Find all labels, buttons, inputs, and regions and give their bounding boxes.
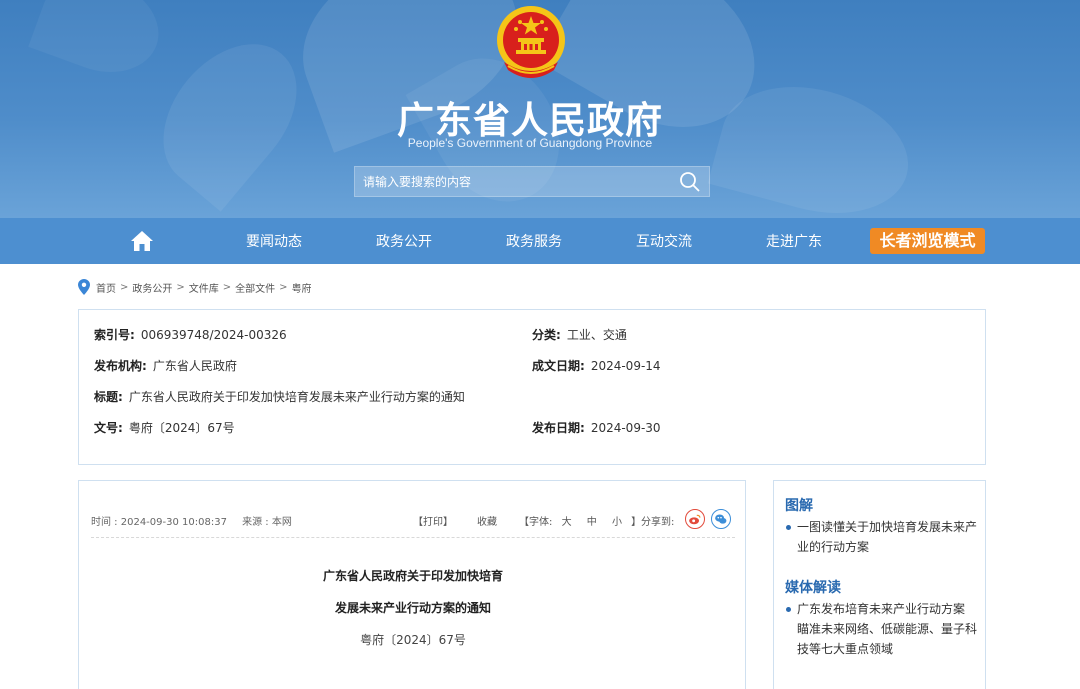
info-doc-number: 文号: 粤府〔2024〕67号 <box>94 419 235 436</box>
info-docno-label: 文号: <box>94 421 123 435</box>
location-pin-icon <box>78 279 90 295</box>
info-title-label: 标题: <box>94 390 123 404</box>
info-index: 索引号: 006939748/2024-00326 <box>94 326 287 343</box>
nav-item-news[interactable]: 要闻动态 <box>246 231 302 251</box>
sidebar-heading-media[interactable]: 媒体解读 <box>785 577 841 597</box>
document-number: 粤府〔2024〕67号 <box>360 633 466 647</box>
favorite-button[interactable]: 收藏 <box>477 513 497 528</box>
decor-petal <box>28 0 172 88</box>
article-meta: 时间 : 2024-09-30 10:08:37 来源 : 本网 <box>91 513 304 528</box>
info-category-value: 工业、交通 <box>566 328 627 342</box>
article-source: 来源 : 本网 <box>242 517 292 528</box>
wechat-icon[interactable] <box>711 509 731 529</box>
site-header: 广东省人民政府 People's Government of Guangdong… <box>0 0 1080 218</box>
breadcrumb-separator: > <box>279 281 288 293</box>
search-icon[interactable] <box>677 170 703 194</box>
nav-item-gov-services[interactable]: 政务服务 <box>506 231 562 251</box>
font-medium-button[interactable]: 中 <box>587 517 597 528</box>
nav-item-gov-affairs[interactable]: 政务公开 <box>376 231 432 251</box>
info-created-date: 成文日期: 2024-09-14 <box>532 357 661 374</box>
sidebar-item-media[interactable]: 广东发布培育未来产业行动方案 瞄准未来网络、低碳能源、量子科技等七大重点领域 <box>785 599 980 659</box>
info-created-label: 成文日期: <box>532 359 585 373</box>
breadcrumb-home[interactable]: 首页 <box>96 280 116 295</box>
breadcrumb-separator: > <box>222 281 232 293</box>
breadcrumb-all-files[interactable]: 全部文件 <box>235 280 275 295</box>
article-panel: 时间 : 2024-09-30 10:08:37 来源 : 本网 【打印】 收藏… <box>78 480 746 689</box>
sidebar: 图解 一图读懂关于加快培育发展未来产业的行动方案 媒体解读 广东发布培育未来产业… <box>773 480 986 689</box>
decor-petal <box>136 18 324 212</box>
elder-mode-button[interactable]: 长者浏览模式 <box>870 228 985 254</box>
main-nav: 要闻动态 政务公开 政务服务 互动交流 走进广东 长者浏览模式 <box>0 218 1080 264</box>
share-label: 分享到: <box>641 517 675 528</box>
font-size-control: 【字体: 大 中 小 】 <box>519 513 641 528</box>
search-box <box>354 166 710 197</box>
breadcrumb-separator: > <box>120 281 129 293</box>
breadcrumb-gov-affairs[interactable]: 政务公开 <box>132 280 172 295</box>
font-small-button[interactable]: 小 <box>612 517 622 528</box>
site-subtitle: People's Government of Guangdong Provinc… <box>407 136 653 150</box>
info-publisher: 发布机构: 广东省人民政府 <box>94 357 237 374</box>
info-publisher-label: 发布机构: <box>94 359 147 373</box>
info-index-value: 006939748/2024-00326 <box>140 328 287 342</box>
breadcrumb-separator: > <box>176 281 185 293</box>
info-created-value: 2024-09-14 <box>590 359 661 373</box>
info-publisher-value: 广东省人民政府 <box>152 359 237 373</box>
print-button[interactable]: 【打印】 <box>413 513 453 528</box>
info-category-label: 分类: <box>532 328 561 342</box>
nav-item-about-guangdong[interactable]: 走进广东 <box>766 231 822 251</box>
info-title-value: 广东省人民政府关于印发加快培育发展未来产业行动方案的通知 <box>128 390 465 404</box>
divider <box>91 537 735 538</box>
document-title-line1: 广东省人民政府关于印发加快培育 <box>322 569 503 583</box>
info-publish-date: 发布日期: 2024-09-30 <box>532 419 661 436</box>
breadcrumb-file-library[interactable]: 文件库 <box>189 280 219 295</box>
font-large-button[interactable]: 大 <box>562 517 572 528</box>
info-docno-value: 粤府〔2024〕67号 <box>128 421 235 435</box>
font-size-close: 】 <box>631 517 642 528</box>
breadcrumb-yuefu[interactable]: 粤府 <box>292 280 312 295</box>
sidebar-item-graphic[interactable]: 一图读懂关于加快培育发展未来产业的行动方案 <box>785 517 980 557</box>
article-time: 时间 : 2024-09-30 10:08:37 <box>91 517 227 528</box>
info-index-label: 索引号: <box>94 328 135 342</box>
font-size-label: 【字体: <box>519 517 553 528</box>
nav-item-interaction[interactable]: 互动交流 <box>636 231 692 251</box>
info-category: 分类: 工业、交通 <box>532 326 627 343</box>
breadcrumb: 首页 > 政务公开 > 文件库 > 全部文件 > 粤府 <box>78 279 312 295</box>
sidebar-heading-graphic[interactable]: 图解 <box>785 495 813 515</box>
document-title-line2: 发展未来产业行动方案的通知 <box>334 601 491 615</box>
document-info-box: 索引号: 006939748/2024-00326 分类: 工业、交通 发布机构: 广… <box>78 309 986 465</box>
info-pubdate-label: 发布日期: <box>532 421 585 435</box>
search-input[interactable] <box>355 167 670 196</box>
weibo-icon[interactable] <box>685 509 705 529</box>
national-emblem-icon <box>497 6 565 78</box>
home-icon[interactable] <box>130 230 154 252</box>
info-pubdate-value: 2024-09-30 <box>590 421 661 435</box>
info-title: 标题: 广东省人民政府关于印发加快培育发展未来产业行动方案的通知 <box>94 388 465 405</box>
